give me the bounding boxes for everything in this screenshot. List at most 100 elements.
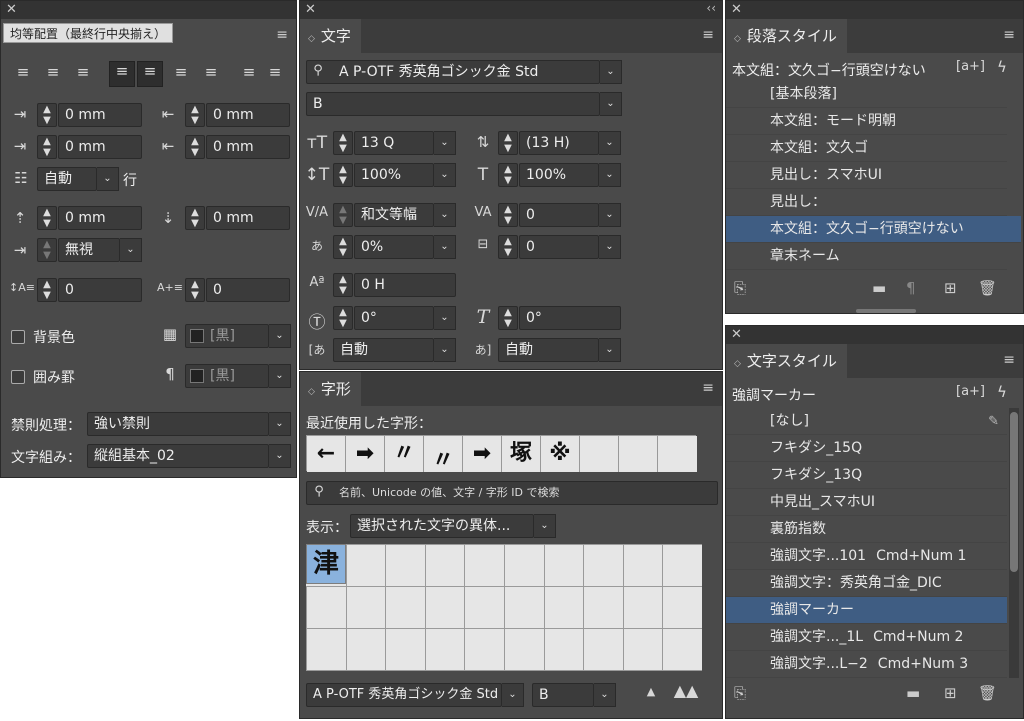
panel-menu-icon[interactable]: ≡ [702,27,714,43]
recent-glyph[interactable]: 〃 [385,436,424,472]
panel-menu-icon[interactable]: ≡ [1003,352,1015,368]
list-item[interactable]: 見出し：スマホUI [726,162,1007,189]
aki-dropdown[interactable]: ⌄ [599,235,621,259]
scrollbar[interactable] [1009,408,1019,678]
list-item[interactable]: フキダシ_13Q [726,462,1007,489]
last-indent-input[interactable]: 0 mm [206,135,290,159]
collapse-icon[interactable]: ‹‹ [706,1,716,15]
panel-menu-icon[interactable]: ≡ [702,380,714,396]
space-before-input[interactable]: 0 mm [58,206,142,230]
glyph-cell[interactable] [504,628,545,671]
glyph-font-dropdown[interactable]: ⌄ [502,683,524,707]
skew-stepper[interactable]: ▲ ▼ [498,306,518,330]
glyph-cell[interactable] [464,544,505,587]
first-indent-stepper[interactable]: ▲ ▼ [37,135,57,159]
justify-left-icon[interactable]: ≡ [109,61,135,87]
list-item[interactable]: [なし] ✎ [726,408,1007,435]
grid-lines-dropdown[interactable]: ⌄ [97,167,119,191]
glyph-cell-selected[interactable]: 津 [306,544,346,584]
glyph-cell[interactable] [345,544,387,587]
glyph-cell[interactable] [622,586,664,629]
leading-stepper[interactable]: ▲ ▼ [498,131,518,155]
left-indent-stepper[interactable]: ▲ ▼ [37,103,57,127]
glyph-cell[interactable] [622,628,664,671]
glyph-cell[interactable] [306,586,347,629]
font-style-select[interactable]: B [306,92,600,116]
justify-right-icon[interactable]: ≡ [169,63,193,81]
hscale-input[interactable]: 100% [519,163,599,187]
lightning-icon[interactable]: ϟ [994,383,1010,401]
load-styles-icon[interactable]: ⎘ [734,279,746,297]
list-item[interactable]: 本文組：モード明朝 [726,108,1007,135]
glyph-style-dropdown[interactable]: ⌄ [594,683,616,707]
close-icon[interactable]: ✕ [731,327,742,342]
zoom-out-icon[interactable]: ▲ [640,685,662,698]
recent-glyph[interactable]: 〃 [424,436,463,473]
paragraph-mark-icon[interactable]: ¶ [159,365,181,383]
load-styles-icon[interactable]: ⎘ [734,684,746,702]
kerning-select[interactable]: 和文等幅 [354,203,434,227]
glyph-cell[interactable] [583,628,624,671]
recent-glyph[interactable]: ← [307,436,346,472]
justify-all-icon[interactable]: ≡ [199,63,223,81]
close-icon[interactable]: ✕ [6,2,17,17]
aki-stepper[interactable]: ▲ ▼ [498,235,518,259]
aki-input[interactable]: 0 [519,235,599,259]
vscale-dropdown[interactable]: ⌄ [434,163,456,187]
zoom-in-icon[interactable]: ▲▲ [672,681,700,700]
space-before-stepper[interactable]: ▲ ▼ [37,206,57,230]
align-center-icon[interactable]: ≡ [41,63,65,81]
mojikumi-dropdown[interactable]: ⌄ [269,444,291,468]
drop-lines-input[interactable]: 0 [58,278,142,302]
glyph-cell[interactable] [306,628,347,671]
border-color-dropdown[interactable]: ⌄ [269,364,291,388]
leading-dropdown[interactable]: ⌄ [599,131,621,155]
left-indent-input[interactable]: 0 mm [58,103,142,127]
font-family-select[interactable]: A P-OTF 秀英角ゴシック金 Std [306,60,600,84]
glyph-cell[interactable] [662,544,702,587]
list-item-selected[interactable]: 強調マーカー [726,597,1007,624]
list-item[interactable]: 章末ネーム [726,243,1007,270]
recent-glyph[interactable]: 塚 [502,436,541,472]
align-grid-dropdown[interactable]: ⌄ [120,238,142,262]
new-style-icon[interactable]: ⊞ [944,279,957,297]
recent-glyph[interactable]: ※ [541,436,580,472]
list-item[interactable]: 本文組：文久ゴ [726,135,1007,162]
recent-glyph[interactable]: ➡ [346,436,385,472]
trash-icon[interactable]: 🗑 [978,279,997,297]
font-size-stepper[interactable]: ▲ ▼ [333,131,353,155]
tab-character-styles[interactable]: ◇ 文字スタイル [726,344,847,378]
tsume-input[interactable]: 0% [354,235,434,259]
baseline-stepper[interactable]: ▲ ▼ [333,273,353,297]
panel-menu-icon[interactable]: ≡ [276,27,288,43]
glyph-search-input[interactable]: 名前、Unicode の値、文字 / 字形 ID で検索 [306,481,718,505]
clear-overrides-icon[interactable]: ¶ [906,279,916,297]
grid-lines-select[interactable]: 自動 [37,167,97,191]
rotate-input[interactable]: 0° [354,306,434,330]
recent-glyph[interactable]: ➡ [463,436,502,472]
align-right-icon[interactable]: ≡ [71,63,95,81]
close-icon[interactable]: ✕ [731,2,742,17]
glyph-cell[interactable] [424,586,466,629]
align-away-spine-icon[interactable]: ≡ [263,63,287,81]
kinsoku-select[interactable]: 強い禁則 [87,412,269,436]
glyph-cell[interactable] [345,628,387,671]
list-item[interactable]: フキダシ_15Q [726,435,1007,462]
font-size-dropdown[interactable]: ⌄ [434,131,456,155]
new-style-icon[interactable]: ⊞ [944,684,957,702]
glyph-cell[interactable] [662,586,702,629]
lightning-icon[interactable]: ϟ [994,58,1010,76]
recent-glyph[interactable] [619,436,658,472]
space-after-stepper[interactable]: ▲ ▼ [185,206,205,230]
glyph-cell[interactable] [543,544,585,587]
list-item-selected[interactable]: 本文組：文久ゴ−行頭空けない [726,216,1021,243]
drop-chars-stepper[interactable]: ▲ ▼ [185,278,205,302]
glyph-cell[interactable] [662,628,702,671]
glyph-cell[interactable] [424,628,466,671]
glyph-cell[interactable] [622,544,664,587]
new-group-icon[interactable]: ▬ [906,684,920,702]
glyph-cell[interactable] [464,628,505,671]
new-style-from-selection-icon[interactable]: [a+] [956,384,985,399]
tab-glyphs[interactable]: ◇ 字形 [300,372,361,406]
bg-color-dropdown[interactable]: ⌄ [269,324,291,348]
